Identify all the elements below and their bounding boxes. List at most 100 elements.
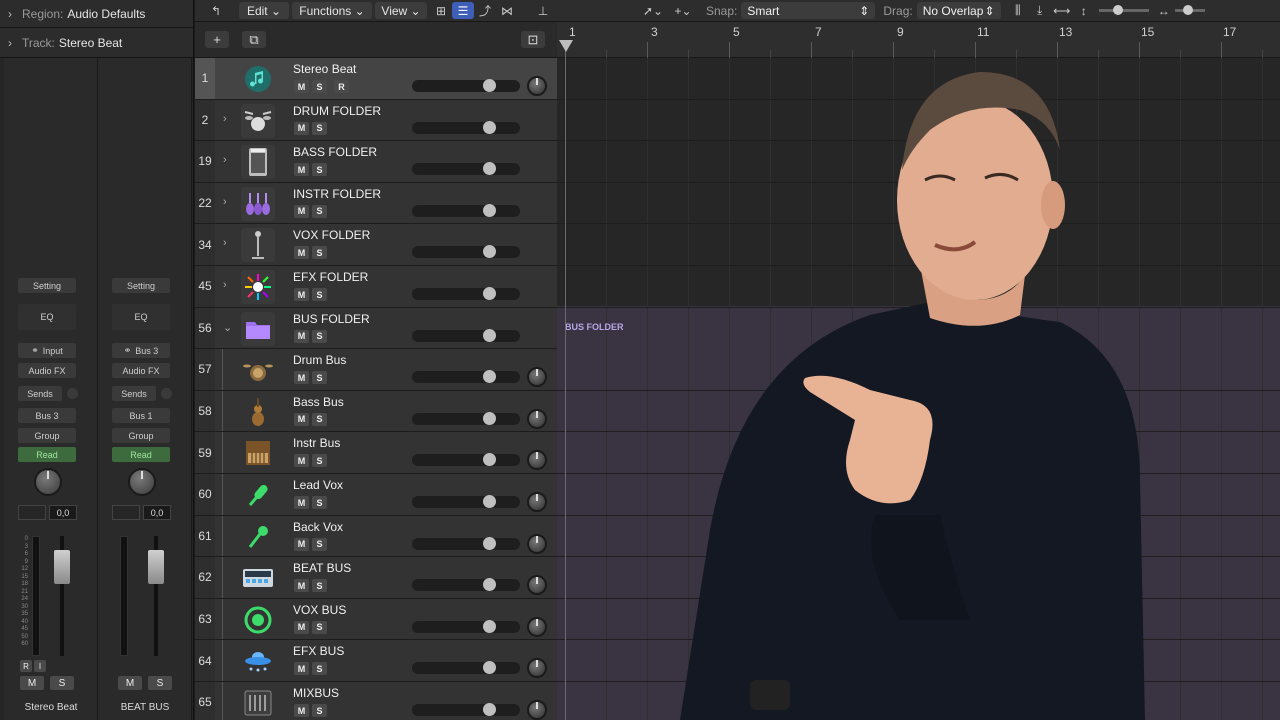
mute-button[interactable]: M bbox=[294, 329, 309, 343]
track-row[interactable]: 63 VOX BUS M S bbox=[195, 598, 557, 641]
pan-knob[interactable] bbox=[527, 492, 547, 512]
pan-knob[interactable] bbox=[527, 76, 547, 96]
track-row[interactable]: 64 EFX BUS M S bbox=[195, 640, 557, 682]
track-row[interactable]: 34 › VOX FOLDER M S bbox=[195, 224, 557, 266]
setting-button[interactable]: Setting bbox=[18, 278, 76, 293]
eq-display[interactable]: EQ bbox=[112, 304, 170, 330]
track-row[interactable]: 2 › DRUM FOLDER M S bbox=[195, 99, 557, 142]
playhead-line[interactable] bbox=[565, 40, 566, 720]
track-row[interactable]: 58 Bass Bus M S bbox=[195, 390, 557, 433]
automation-icon[interactable]: ⤴ bbox=[474, 2, 496, 19]
track-inspector-header[interactable]: › Track: Stereo Beat bbox=[0, 28, 193, 58]
track-row[interactable]: 59 Instr Bus M S bbox=[195, 432, 557, 474]
volume-slider[interactable] bbox=[412, 329, 520, 342]
list-view-icon[interactable]: ☰ bbox=[452, 2, 474, 19]
volume-slider[interactable] bbox=[412, 371, 520, 384]
track-name[interactable]: EFX BUS bbox=[293, 644, 344, 658]
track-row[interactable]: 61 Back Vox M S bbox=[195, 515, 557, 558]
track-name[interactable]: Bass Bus bbox=[293, 395, 344, 409]
mute-button[interactable]: M bbox=[294, 121, 309, 135]
pencil-tool-icon[interactable]: +⌄ bbox=[668, 2, 698, 19]
mute-button[interactable]: M bbox=[294, 662, 309, 676]
flex-icon[interactable]: ⋈ bbox=[496, 2, 518, 19]
solo-button[interactable]: S bbox=[312, 80, 327, 93]
track-name[interactable]: Lead Vox bbox=[293, 478, 343, 492]
input-monitor-button[interactable]: I bbox=[34, 660, 46, 672]
solo-button[interactable]: S bbox=[312, 329, 327, 343]
pan-knob[interactable] bbox=[527, 658, 547, 679]
send-knob[interactable] bbox=[67, 388, 78, 399]
track-name[interactable]: Stereo Beat bbox=[293, 62, 356, 76]
volume-thumb[interactable] bbox=[483, 120, 496, 134]
snap-select[interactable]: Smart ⇕ bbox=[741, 2, 876, 19]
track-name[interactable]: EFX FOLDER bbox=[293, 270, 368, 284]
solo-button[interactable]: S bbox=[312, 204, 327, 218]
solo-button[interactable]: S bbox=[312, 163, 327, 177]
track-name[interactable]: VOX FOLDER bbox=[293, 228, 370, 242]
mute-button[interactable]: M bbox=[294, 454, 309, 468]
volume-slider[interactable] bbox=[412, 163, 520, 176]
volume-slider[interactable] bbox=[412, 246, 520, 259]
pan-knob[interactable] bbox=[527, 616, 547, 637]
edit-menu[interactable]: Edit ⌄ bbox=[239, 2, 289, 19]
mute-button[interactable]: M bbox=[294, 80, 309, 93]
solo-button[interactable]: S bbox=[312, 121, 327, 135]
solo-button[interactable]: S bbox=[312, 662, 327, 676]
group-slot[interactable]: Group bbox=[18, 428, 76, 443]
volume-fader[interactable] bbox=[54, 550, 70, 584]
playhead-handle[interactable] bbox=[559, 40, 573, 52]
volume-thumb[interactable] bbox=[483, 703, 496, 716]
solo-button[interactable]: S bbox=[312, 454, 327, 468]
solo-button[interactable]: S bbox=[312, 412, 327, 426]
vertical-zoom-slider[interactable] bbox=[1098, 5, 1149, 15]
track-row[interactable]: 62 BEAT BUS M S bbox=[195, 557, 557, 599]
add-track-button[interactable]: + bbox=[205, 31, 229, 48]
up-arrow-icon[interactable]: ↰ bbox=[205, 2, 227, 19]
volume-fader[interactable] bbox=[148, 550, 164, 584]
duplicate-track-icon[interactable]: ⧉ bbox=[242, 31, 266, 48]
chevron-right-icon[interactable]: › bbox=[223, 113, 227, 125]
pan-knob[interactable] bbox=[128, 468, 156, 496]
pan-knob[interactable] bbox=[527, 533, 547, 554]
volume-slider[interactable] bbox=[412, 537, 520, 550]
chevron-right-icon[interactable]: › bbox=[223, 196, 227, 208]
track-row[interactable]: 1 Stereo Beat M S R bbox=[195, 58, 557, 100]
solo-button[interactable]: S bbox=[312, 288, 327, 301]
chevron-right-icon[interactable]: › bbox=[223, 279, 227, 291]
solo-button[interactable]: S bbox=[312, 620, 327, 634]
volume-slider[interactable] bbox=[412, 579, 520, 592]
output-slot[interactable]: Bus 1 bbox=[112, 408, 170, 423]
mute-button[interactable]: M bbox=[294, 163, 309, 177]
volume-thumb[interactable] bbox=[483, 619, 496, 633]
solo-button[interactable]: S bbox=[148, 676, 172, 690]
volume-slider[interactable] bbox=[412, 454, 520, 467]
volume-slider[interactable] bbox=[412, 704, 520, 716]
volume-slider[interactable] bbox=[412, 662, 520, 675]
horizontal-zoom-icon[interactable]: ↔ bbox=[1153, 2, 1175, 19]
view-menu[interactable]: View ⌄ bbox=[375, 2, 427, 19]
track-row[interactable]: 57 Drum Bus M S bbox=[195, 349, 557, 391]
mute-button[interactable]: M bbox=[294, 412, 309, 426]
fit-icon[interactable]: ⤓ bbox=[1029, 2, 1051, 19]
track-name[interactable]: Drum Bus bbox=[293, 353, 346, 367]
input-slot[interactable]: ⚭ Bus 3 bbox=[112, 343, 170, 358]
track-name[interactable]: BASS FOLDER bbox=[293, 145, 377, 159]
chevron-right-icon[interactable]: › bbox=[223, 237, 227, 249]
vertical-zoom-icon[interactable]: ↕ bbox=[1073, 2, 1095, 19]
mute-button[interactable]: M bbox=[294, 204, 309, 218]
track-name[interactable]: Instr Bus bbox=[293, 436, 340, 450]
bar-ruler[interactable]: 1 3 5 7 9 11 13 15 17 bbox=[557, 22, 1280, 58]
solo-button[interactable]: S bbox=[312, 537, 327, 551]
waveform-zoom-icon[interactable]: ⫼ bbox=[1007, 2, 1029, 19]
volume-thumb[interactable] bbox=[483, 203, 496, 217]
volume-slider[interactable] bbox=[412, 121, 520, 134]
solo-button[interactable]: S bbox=[312, 579, 327, 593]
mute-button[interactable]: M bbox=[294, 537, 309, 551]
volume-thumb[interactable] bbox=[483, 495, 496, 508]
output-slot[interactable]: Bus 3 bbox=[18, 408, 76, 423]
pan-knob[interactable] bbox=[527, 367, 547, 388]
track-name[interactable]: BUS FOLDER bbox=[293, 312, 370, 326]
record-enable-button[interactable]: R bbox=[20, 660, 32, 672]
horizontal-zoom-slider[interactable] bbox=[1174, 5, 1205, 15]
track-name[interactable]: BEAT BUS bbox=[293, 561, 351, 575]
